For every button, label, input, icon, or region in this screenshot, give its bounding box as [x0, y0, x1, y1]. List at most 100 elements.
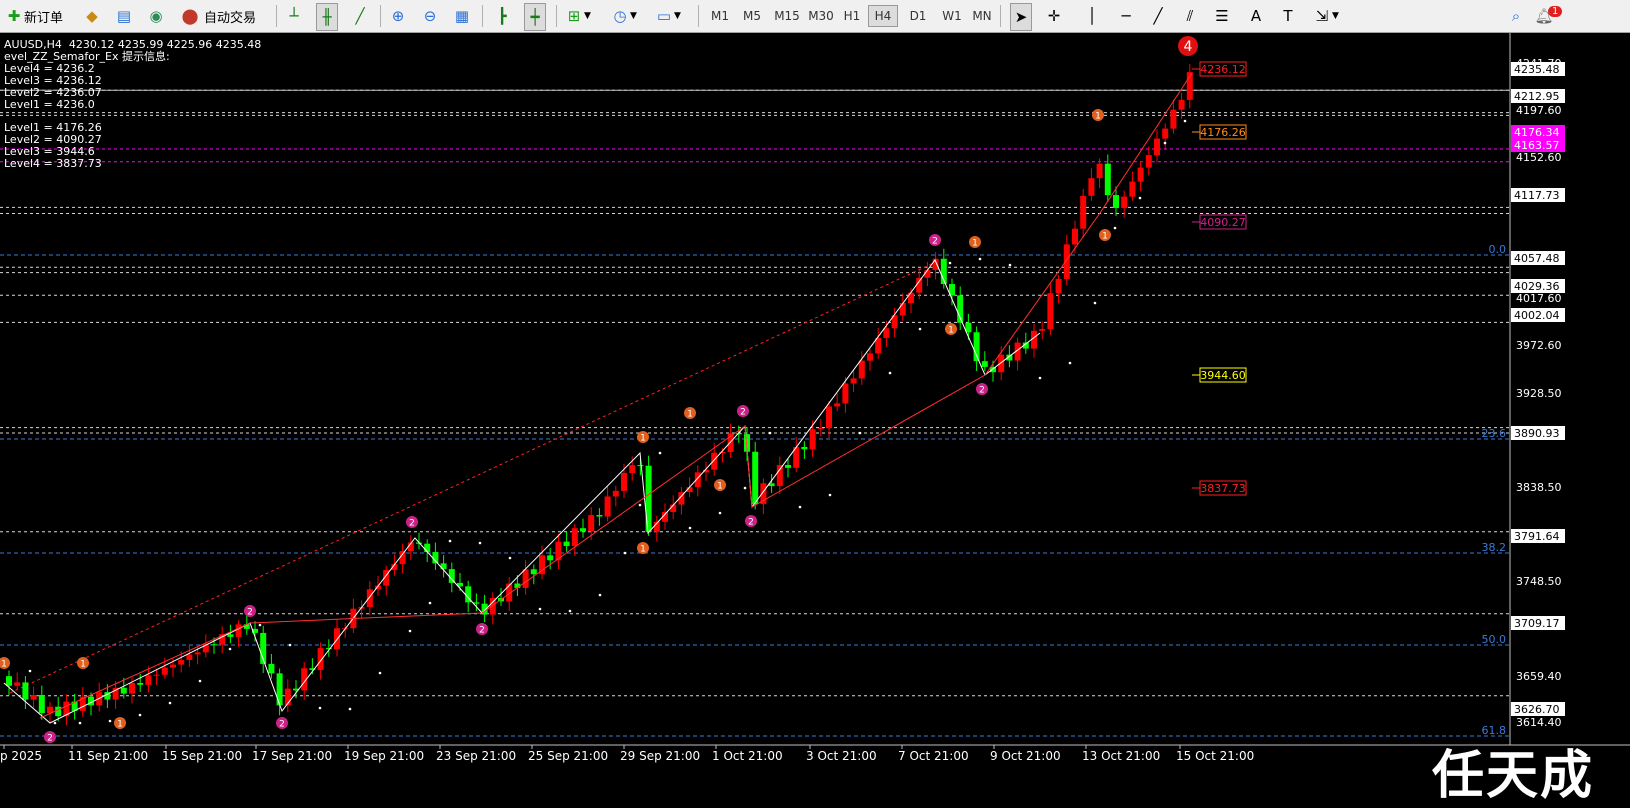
- sar-dot: [538, 607, 542, 611]
- candle-body: [899, 303, 906, 316]
- x-tick-label: 13 Oct 21:00: [1082, 749, 1160, 763]
- candle-body: [1039, 328, 1046, 331]
- channel-icon: ⫽: [1186, 7, 1194, 25]
- price-tag-label: 4057.48: [1514, 252, 1560, 265]
- candle-body: [604, 496, 611, 517]
- chart-window[interactable]: 0.023.638.250.061.84241.704197.604152.60…: [0, 33, 1630, 806]
- auto-trade-icon: ⬤: [181, 7, 199, 25]
- toolbar-separator: [380, 5, 381, 27]
- toolbar-separator: [556, 5, 557, 27]
- zoom-out-button[interactable]: ⊖: [420, 3, 440, 29]
- horizontal-line-icon: ─: [1121, 7, 1131, 25]
- candle-body: [867, 353, 873, 361]
- candle-body: [366, 589, 373, 608]
- semafor-marker-label: 2: [740, 408, 746, 418]
- vertical-line-icon: │: [1087, 7, 1097, 25]
- y-tick-label: 3614.40: [1516, 716, 1562, 729]
- notifications-button[interactable]: 🔔︎ 1: [1534, 3, 1563, 29]
- price-chart[interactable]: 0.023.638.250.061.84241.704197.604152.60…: [0, 33, 1630, 794]
- timeframe-w1-button[interactable]: W1: [938, 6, 966, 26]
- navigator-button[interactable]: ▤: [114, 3, 134, 29]
- market-watch-button[interactable]: ◆: [82, 3, 102, 29]
- timeframe-m5-button[interactable]: M5: [738, 6, 766, 26]
- sar-dot: [798, 505, 802, 509]
- candle-body: [473, 602, 480, 604]
- candle-body: [22, 682, 29, 700]
- chart-shift-icon: ┣: [497, 7, 507, 25]
- chart-shift-button[interactable]: ┣: [492, 3, 512, 29]
- horizontal-line-button[interactable]: ─: [1116, 3, 1136, 29]
- sar-dot: [428, 601, 432, 605]
- sar-dot: [348, 707, 352, 711]
- price-tag-label: 4176.34: [1514, 126, 1560, 139]
- sar-dot: [568, 609, 572, 613]
- semafor-marker-label: 1: [640, 434, 646, 444]
- text-button[interactable]: A: [1246, 3, 1266, 29]
- text-label-icon: T: [1283, 7, 1293, 25]
- periods-button[interactable]: ◷ ▼: [610, 3, 636, 29]
- candle-body: [178, 659, 185, 665]
- vertical-line-button[interactable]: │: [1082, 3, 1102, 29]
- toolbar: ✚ 新订单 ◆ ▤ ◉ ⬤ 自动交易 ┴ ╫ ╱ ⊕ ⊖ ▦ ┣ ┿ ⊞ ▼ ◷ ▼…: [0, 0, 1630, 33]
- timeframe-m15-button[interactable]: M15: [770, 6, 804, 26]
- timeframe-h1-button[interactable]: H1: [838, 6, 866, 26]
- x-tick-label: 19 Sep 21:00: [344, 749, 424, 763]
- crosshair-button[interactable]: ✛: [1044, 3, 1064, 29]
- search-button[interactable]: ⌕: [1506, 3, 1526, 29]
- auto-trading-button[interactable]: ⬤ 自动交易: [180, 3, 256, 29]
- fibonacci-button[interactable]: ☰: [1212, 3, 1232, 29]
- sar-dot: [53, 721, 57, 725]
- sar-dot: [1138, 196, 1142, 200]
- trendline-button[interactable]: ╱: [1148, 3, 1168, 29]
- line-chart-button[interactable]: ╱: [350, 3, 370, 29]
- arrows-button[interactable]: ⇲ ▼: [1312, 3, 1339, 29]
- candle-body: [908, 292, 914, 304]
- sar-dot: [318, 706, 322, 710]
- sar-dot: [718, 511, 722, 515]
- bar-chart-button[interactable]: ┴: [284, 3, 304, 29]
- text-label-button[interactable]: T: [1278, 3, 1298, 29]
- new-order-button[interactable]: ✚ 新订单: [4, 3, 63, 29]
- candle-body: [817, 428, 824, 430]
- y-tick-label: 3972.60: [1516, 339, 1562, 352]
- sar-dot: [888, 371, 892, 375]
- candle-body: [1121, 196, 1128, 209]
- sar-dot: [168, 701, 172, 705]
- candle-body: [211, 644, 217, 646]
- trendline-icon: ╱: [1153, 7, 1163, 25]
- candle-body: [14, 682, 21, 686]
- candle-body: [235, 624, 242, 637]
- red-trend-line: [9, 259, 941, 694]
- timeframe-m30-button[interactable]: M30: [804, 6, 838, 26]
- indicators-button[interactable]: ⊞ ▼: [564, 3, 591, 29]
- templates-button[interactable]: ▭ ▼: [654, 3, 681, 29]
- tile-windows-button[interactable]: ▦: [452, 3, 472, 29]
- auto-scroll-icon: ┿: [530, 8, 540, 26]
- candle-body: [785, 465, 791, 468]
- timeframe-d1-button[interactable]: D1: [904, 6, 932, 26]
- sar-dot: [508, 556, 512, 560]
- y-tick-label: 3838.50: [1516, 481, 1562, 494]
- timeframe-h4-button[interactable]: H4: [868, 5, 898, 27]
- search-icon: ⌕: [1511, 7, 1521, 25]
- candle-body: [6, 676, 12, 686]
- candle-chart-button[interactable]: ╫: [316, 3, 338, 31]
- candle-body: [998, 354, 1005, 373]
- zoom-in-button[interactable]: ⊕: [388, 3, 408, 29]
- candle-body: [1088, 178, 1095, 196]
- level-box-label: 3944.60: [1200, 369, 1246, 382]
- timeframe-m1-button[interactable]: M1: [706, 6, 734, 26]
- equidistant-channel-button[interactable]: ⫽: [1180, 3, 1200, 29]
- y-tick-label: 3748.50: [1516, 575, 1562, 588]
- cursor-button[interactable]: ➤: [1010, 3, 1032, 31]
- sar-dot: [138, 713, 142, 717]
- candle-body: [153, 674, 160, 676]
- candle-body: [1137, 167, 1144, 182]
- price-tag-label: 4029.36: [1514, 280, 1560, 293]
- timeframe-mn-button[interactable]: MN: [968, 6, 996, 26]
- price-tag-label: 3890.93: [1514, 427, 1560, 440]
- candle-body: [317, 648, 324, 670]
- terminal-button[interactable]: ◉: [146, 3, 166, 29]
- candle-body: [1154, 138, 1160, 156]
- auto-scroll-button[interactable]: ┿: [524, 3, 546, 31]
